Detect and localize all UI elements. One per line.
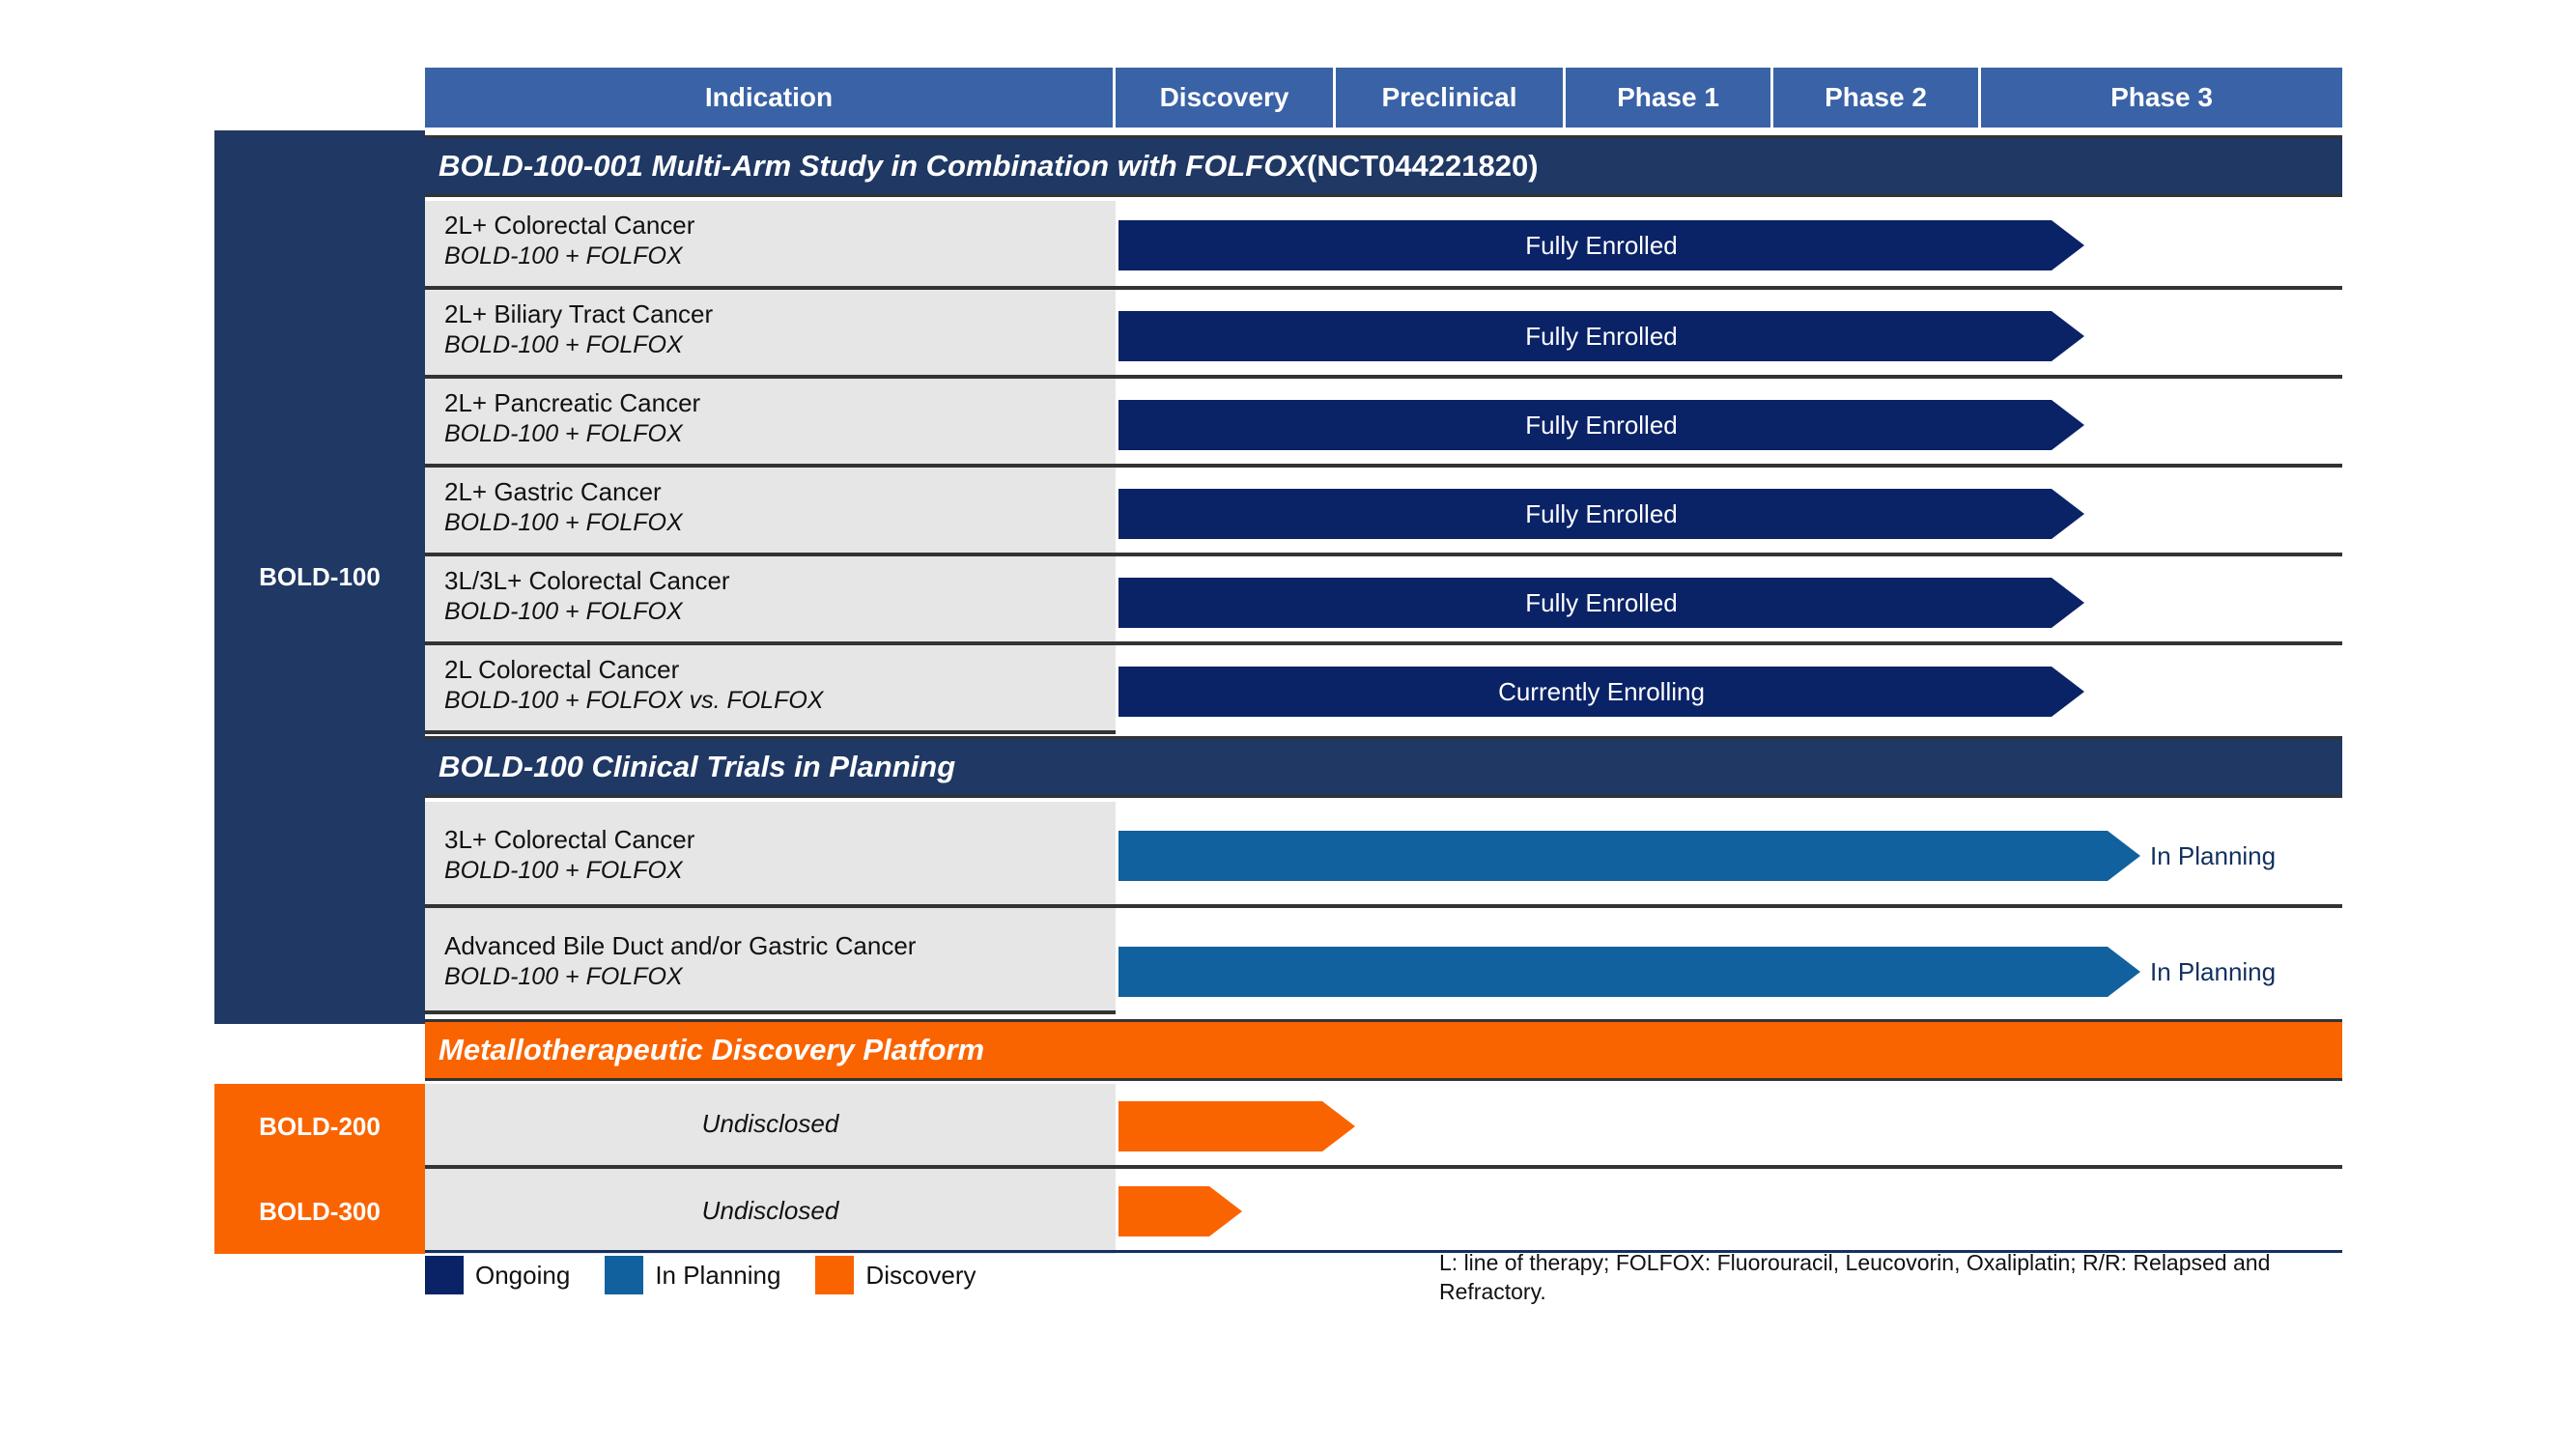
progress-bar-discovery bbox=[1118, 1101, 1355, 1151]
table-row-indication: 2L+ Gastric Cancer BOLD-100 + FOLFOX bbox=[425, 468, 1116, 556]
progress-bar-ongoing: Fully Enrolled bbox=[1118, 311, 2084, 361]
table-row-indication: 3L/3L+ Colorectal Cancer BOLD-100 + FOLF… bbox=[425, 556, 1116, 645]
table-row-indication: 2L+ Biliary Tract Cancer BOLD-100 + FOLF… bbox=[425, 290, 1116, 379]
progress-bar-status: Fully Enrolled bbox=[1525, 410, 1678, 440]
progress-bar-ongoing: Fully Enrolled bbox=[1118, 400, 2084, 450]
column-header-preclinical: Preclinical bbox=[1336, 68, 1566, 128]
legend-swatch-in-planning bbox=[605, 1256, 644, 1294]
progress-bar-ongoing: Currently Enrolling bbox=[1118, 667, 2084, 717]
section-band-bold100-planning: BOLD-100 Clinical Trials in Planning bbox=[425, 736, 2342, 798]
section-band-title: Metallotherapeutic Discovery Platform bbox=[439, 1033, 985, 1066]
progress-bar-status: Fully Enrolled bbox=[1525, 230, 1678, 260]
progress-bar-tip-label: In Planning bbox=[2150, 840, 2277, 870]
indication-regimen: BOLD-100 + FOLFOX bbox=[444, 597, 683, 625]
indication-name: Undisclosed bbox=[701, 1109, 839, 1139]
column-header-discovery: Discovery bbox=[1116, 68, 1336, 128]
footnote: L: line of therapy; FOLFOX: Fluorouracil… bbox=[1439, 1250, 2271, 1304]
progress-bar-status: Fully Enrolled bbox=[1525, 321, 1678, 351]
column-header-label: Indication bbox=[704, 82, 834, 112]
column-header-indication: Indication bbox=[425, 68, 1116, 128]
indication-name: 2L Colorectal Cancer bbox=[444, 655, 680, 684]
table-row-indication: 3L+ Colorectal Cancer BOLD-100 + FOLFOX bbox=[425, 802, 1116, 908]
indication-regimen: BOLD-100 + FOLFOX bbox=[444, 330, 683, 358]
indication-regimen: BOLD-100 + FOLFOX bbox=[444, 508, 683, 536]
table-row-indication: 2L+ Colorectal Cancer BOLD-100 + FOLFOX bbox=[425, 201, 1116, 290]
table-row-indication: Undisclosed bbox=[425, 1169, 1116, 1254]
pipeline-chart: Indication Discovery Preclinical Phase 1… bbox=[0, 0, 2576, 1449]
column-header-phase-2: Phase 2 bbox=[1773, 68, 1981, 128]
program-rail-bold-100: BOLD-100 bbox=[214, 130, 425, 1024]
section-band-nct: (NCT044221820) bbox=[1307, 149, 1539, 183]
legend-label-discovery: Discovery bbox=[865, 1260, 977, 1290]
progress-bar-ongoing: Fully Enrolled bbox=[1118, 489, 2084, 539]
program-rail-label: BOLD-300 bbox=[259, 1196, 381, 1226]
indication-name: 2L+ Colorectal Cancer bbox=[444, 211, 695, 240]
progress-bar-in-planning bbox=[1118, 831, 2140, 881]
column-header-phase-3: Phase 3 bbox=[1981, 68, 2342, 128]
legend: Ongoing In Planning Discovery bbox=[425, 1256, 1011, 1294]
legend-label-in-planning: In Planning bbox=[655, 1260, 781, 1290]
program-rail-label: BOLD-100 bbox=[259, 562, 381, 591]
progress-bar-tip-label: In Planning bbox=[2150, 956, 2277, 986]
column-header-label: Preclinical bbox=[1381, 82, 1517, 112]
indication-regimen: BOLD-100 + FOLFOX bbox=[444, 856, 683, 884]
progress-bar-ongoing: Fully Enrolled bbox=[1118, 220, 2084, 270]
indication-name: 2L+ Gastric Cancer bbox=[444, 477, 662, 506]
section-band-discovery-platform: Metallotherapeutic Discovery Platform bbox=[425, 1019, 2342, 1081]
indication-name: 3L/3L+ Colorectal Cancer bbox=[444, 566, 730, 595]
progress-bar-status: Fully Enrolled bbox=[1525, 498, 1678, 528]
indication-name: 2L+ Pancreatic Cancer bbox=[444, 388, 701, 417]
table-row-indication: 2L Colorectal Cancer BOLD-100 + FOLFOX v… bbox=[425, 645, 1116, 734]
indication-regimen: BOLD-100 + FOLFOX bbox=[444, 419, 683, 447]
indication-regimen: BOLD-100 + FOLFOX vs. FOLFOX bbox=[444, 686, 824, 714]
section-band-title: BOLD-100 Clinical Trials in Planning bbox=[439, 750, 956, 783]
indication-name: 3L+ Colorectal Cancer bbox=[444, 825, 695, 854]
column-header-phase-1: Phase 1 bbox=[1566, 68, 1773, 128]
legend-swatch-ongoing bbox=[425, 1256, 464, 1294]
indication-name: Advanced Bile Duct and/or Gastric Cancer bbox=[444, 931, 917, 960]
progress-bar-status: Fully Enrolled bbox=[1525, 587, 1678, 617]
progress-bar-ongoing: Fully Enrolled bbox=[1118, 578, 2084, 628]
indication-regimen: BOLD-100 + FOLFOX bbox=[444, 962, 683, 990]
column-header-label: Phase 3 bbox=[2110, 82, 2213, 112]
indication-name: 2L+ Biliary Tract Cancer bbox=[444, 299, 714, 328]
indication-regimen: BOLD-100 + FOLFOX bbox=[444, 242, 683, 270]
progress-bar-in-planning bbox=[1118, 947, 2140, 997]
program-rail-label: BOLD-200 bbox=[259, 1111, 381, 1141]
progress-bar-status: Currently Enrolling bbox=[1498, 676, 1705, 706]
program-rail-bold-300: BOLD-300 bbox=[214, 1169, 425, 1254]
progress-bar-discovery bbox=[1118, 1186, 1242, 1236]
section-band-title: BOLD-100-001 Multi-Arm Study in Combinat… bbox=[439, 149, 1308, 183]
column-header-label: Phase 1 bbox=[1617, 82, 1719, 112]
table-row-indication: Undisclosed bbox=[425, 1084, 1116, 1169]
table-row-indication: 2L+ Pancreatic Cancer BOLD-100 + FOLFOX bbox=[425, 379, 1116, 468]
column-header-label: Phase 2 bbox=[1825, 82, 1927, 112]
legend-swatch-discovery bbox=[815, 1256, 855, 1294]
legend-label-ongoing: Ongoing bbox=[475, 1260, 571, 1290]
indication-name: Undisclosed bbox=[701, 1196, 839, 1226]
table-row-indication: Advanced Bile Duct and/or Gastric Cancer… bbox=[425, 908, 1116, 1014]
section-band-bold100-001: BOLD-100-001 Multi-Arm Study in Combinat… bbox=[425, 135, 2342, 197]
program-rail-bold-200: BOLD-200 bbox=[214, 1084, 425, 1169]
column-header-label: Discovery bbox=[1159, 82, 1289, 112]
